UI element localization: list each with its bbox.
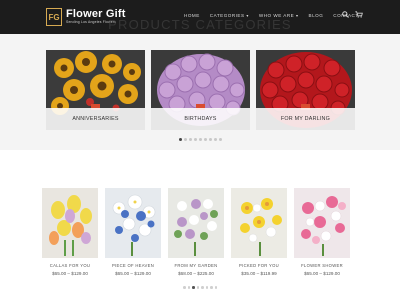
pagination-dot[interactable] [201, 286, 204, 289]
product-image[interactable] [168, 188, 224, 258]
pagination-dot[interactable] [183, 286, 186, 289]
pagination-dot[interactable] [196, 286, 199, 289]
category-card-birthdays[interactable]: BIRTHDAYS [151, 50, 250, 130]
product-name[interactable]: PICKED FOR YOU [231, 263, 287, 268]
pagination-dot[interactable] [214, 286, 217, 289]
product-card-piece-of-heaven[interactable]: PIECE OF HEAVEN $65.00 – $129.00 [105, 188, 161, 276]
product-pagination [0, 286, 400, 289]
product-price: $65.00 – $129.00 [304, 271, 340, 276]
product-price: $68.00 – $225.00 [178, 271, 214, 276]
pagination-dot[interactable] [192, 286, 195, 289]
product-card-callas-for-you[interactable]: CALLAS FOR YOU $65.00 – $129.00 [42, 188, 98, 276]
pagination-dot[interactable] [203, 138, 207, 141]
product-name[interactable]: FLOWER SHOWER [294, 263, 350, 268]
pagination-dot[interactable] [193, 138, 197, 141]
pagination-dot[interactable] [188, 138, 192, 141]
product-price: $65.00 – $129.00 [115, 271, 151, 276]
pagination-dot[interactable] [208, 138, 212, 141]
pagination-dot[interactable] [213, 138, 217, 141]
product-image[interactable] [42, 188, 98, 258]
product-price: $35.00 – $119.99 [241, 271, 277, 276]
category-pagination [0, 138, 400, 141]
product-image[interactable] [231, 188, 287, 258]
pagination-dot[interactable] [178, 138, 182, 141]
pagination-dot[interactable] [198, 138, 202, 141]
section-title: PRODUCTS CATEGORIES [108, 17, 292, 32]
product-name[interactable]: CALLAS FOR YOU [42, 263, 98, 268]
product-card-from-my-garden[interactable]: FROM MY GARDEN $68.00 – $225.00 [168, 188, 224, 276]
product-card-picked-for-you[interactable]: PICKED FOR YOU $35.00 – $119.99 [231, 188, 287, 276]
pagination-dot[interactable] [183, 138, 187, 141]
category-label: ANNIVERSARIES [72, 116, 119, 122]
category-label: BIRTHDAYS [184, 116, 217, 122]
category-label: FOR MY DARLING [280, 116, 331, 122]
pagination-dot[interactable] [205, 286, 208, 289]
product-image[interactable] [294, 188, 350, 258]
pagination-dot[interactable] [187, 286, 190, 289]
product-card-flower-shower[interactable]: FLOWER SHOWER $65.00 – $129.00 [294, 188, 350, 276]
category-card-anniversaries[interactable]: ANNIVERSARIES [46, 50, 145, 130]
product-name[interactable]: FROM MY GARDEN [168, 263, 224, 268]
category-card-for-my-darling[interactable]: FOR MY DARLING [256, 50, 355, 130]
pagination-dot[interactable] [218, 138, 222, 141]
product-name[interactable]: PIECE OF HEAVEN [105, 263, 161, 268]
pagination-dot[interactable] [210, 286, 213, 289]
product-price: $65.00 – $129.00 [52, 271, 88, 276]
product-image[interactable] [105, 188, 161, 258]
